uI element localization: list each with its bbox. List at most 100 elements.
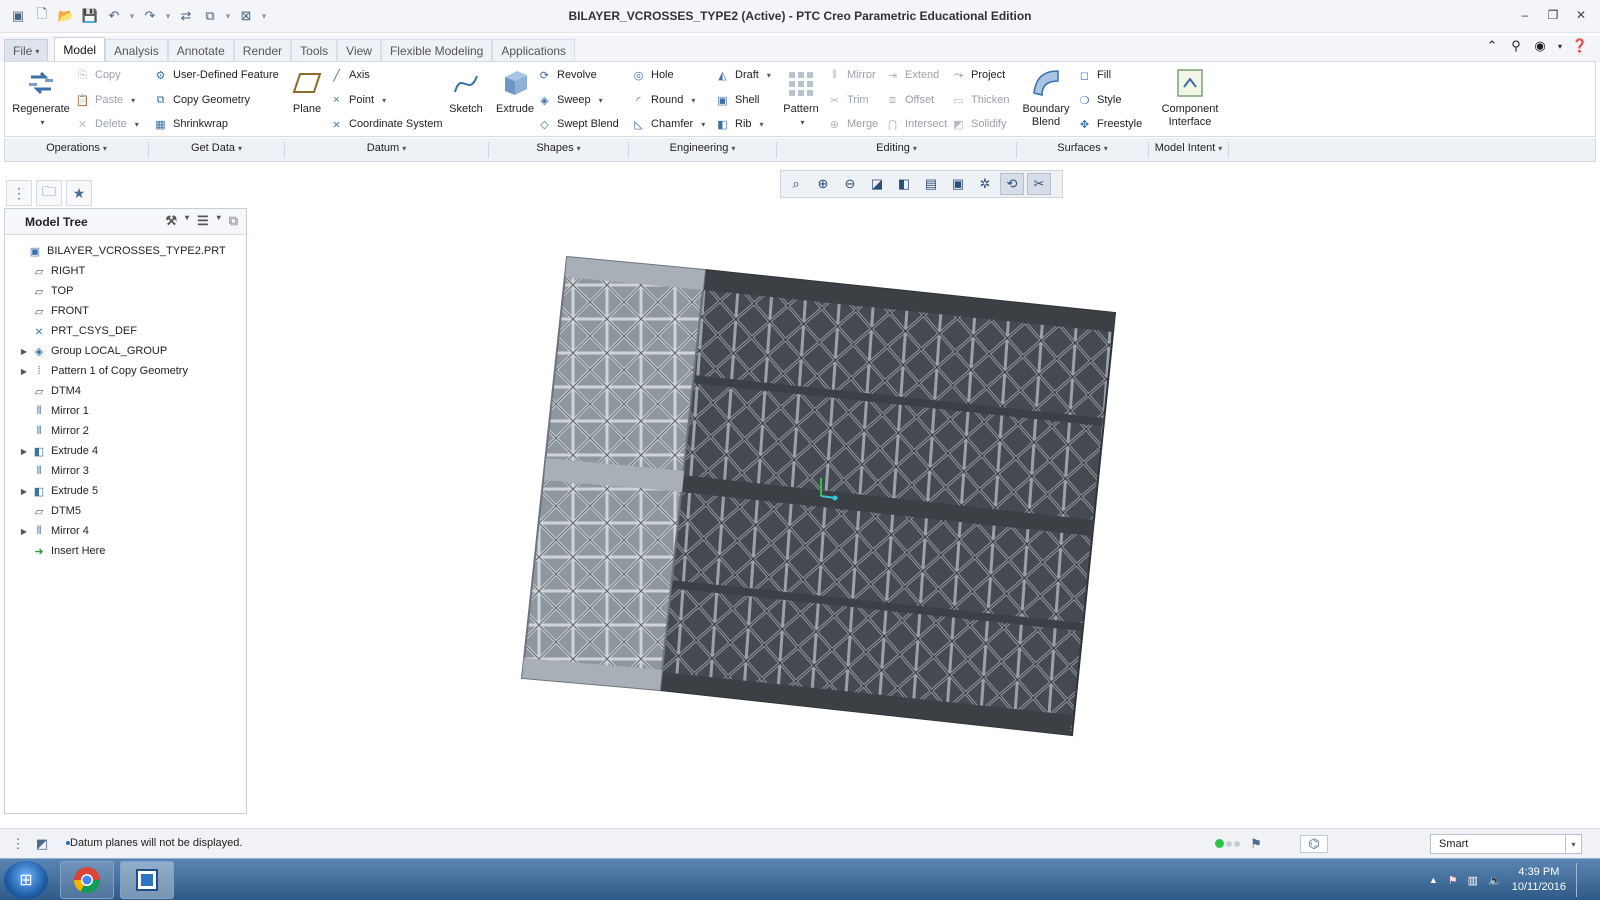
refit-icon[interactable]: ⌕ xyxy=(784,173,808,195)
group-surfaces[interactable]: Surfaces ▾ xyxy=(1017,142,1149,158)
customize-qat-icon[interactable]: ▾ xyxy=(260,11,268,22)
boundary-blend-button[interactable]: Boundary Blend xyxy=(1019,66,1073,129)
volume-icon[interactable]: 🔈 xyxy=(1488,874,1502,887)
rib-button[interactable]: ◧ Rib ▾ xyxy=(715,114,763,134)
copy-geometry-button[interactable]: ⧉ Copy Geometry xyxy=(153,90,250,110)
group-engineering[interactable]: Engineering ▾ xyxy=(629,142,777,158)
show-navigator-icon[interactable]: ⋮ xyxy=(8,835,28,853)
copy-button[interactable]: ⎘ Copy xyxy=(75,65,121,85)
spin-center-icon[interactable]: ⟲ xyxy=(1000,173,1024,195)
mirror-button[interactable]: ⫴ Mirror xyxy=(827,65,876,85)
pattern-button[interactable]: Pattern ▾ xyxy=(781,66,821,129)
search-icon[interactable]: ⚲ xyxy=(1508,38,1524,54)
new-file-icon[interactable]: 🗋 xyxy=(32,6,52,26)
group-datum[interactable]: Datum ▾ xyxy=(285,142,489,158)
tab-applications[interactable]: Applications xyxy=(492,39,576,62)
tree-item[interactable]: ⨯ PRT_CSYS_DEF xyxy=(5,321,246,341)
app-menu-icon[interactable]: ▣ xyxy=(8,6,28,26)
tree-item[interactable]: ▱ DTM5 xyxy=(5,501,246,521)
tree-settings-icon[interactable]: ⚒ xyxy=(165,213,177,229)
round-button[interactable]: ◜ Round ▾ xyxy=(631,90,695,110)
extrude-button[interactable]: Extrude xyxy=(493,66,537,116)
tab-tools[interactable]: Tools xyxy=(291,39,338,62)
expand-arrow-icon[interactable]: ▶ xyxy=(17,347,31,356)
help-icon[interactable]: ❓ xyxy=(1572,38,1588,54)
component-interface-button[interactable]: Component Interface xyxy=(1155,66,1225,129)
tree-item[interactable]: ⫴ Mirror 2 xyxy=(5,421,246,441)
group-editing[interactable]: Editing ▾ xyxy=(777,142,1017,158)
redo-icon[interactable]: ↷ xyxy=(140,6,160,26)
expand-arrow-icon[interactable]: ▶ xyxy=(17,487,31,496)
intersect-button[interactable]: ⋂ Intersect xyxy=(885,114,947,134)
expand-arrow-icon[interactable]: ▶ xyxy=(17,367,31,376)
fill-button[interactable]: ◻ Fill xyxy=(1077,65,1111,85)
swept-blend-button[interactable]: ◇ Swept Blend xyxy=(537,114,619,134)
action-center-icon[interactable]: ⚑ xyxy=(1448,874,1458,887)
sketch-button[interactable]: Sketch xyxy=(445,66,487,116)
offset-button[interactable]: ⧈ Offset xyxy=(885,90,934,110)
regenerate-button[interactable]: Regenerate ▾ xyxy=(11,66,71,129)
chamfer-button[interactable]: ◺ Chamfer ▾ xyxy=(631,114,705,134)
minimize-icon[interactable]: – xyxy=(1516,6,1534,24)
windows-icon[interactable]: ⧉ xyxy=(200,6,220,26)
user-defined-feature-button[interactable]: ⚙ User-Defined Feature xyxy=(153,65,279,85)
open-folder-icon[interactable]: 📂 xyxy=(56,6,76,26)
delete-button[interactable]: ✕ Delete ▾ xyxy=(75,114,139,134)
tree-item[interactable]: ⫴ Mirror 3 xyxy=(5,461,246,481)
network-icon[interactable]: ▥ xyxy=(1468,874,1478,887)
show-icon[interactable]: ☰ xyxy=(197,213,209,229)
show-browser-icon[interactable]: ◩ xyxy=(32,835,52,853)
extend-button[interactable]: ⇥ Extend xyxy=(885,65,939,85)
regenerate-small-icon[interactable]: ⇄ xyxy=(176,6,196,26)
group-shapes[interactable]: Shapes ▾ xyxy=(489,142,629,158)
expand-arrow-icon[interactable]: ▶ xyxy=(17,527,31,536)
annotation-display-icon[interactable]: ✂ xyxy=(1027,173,1051,195)
axis-button[interactable]: ╱ Axis xyxy=(329,65,370,85)
community-icon[interactable]: ◉ xyxy=(1532,38,1548,54)
creo-taskbar-button[interactable] xyxy=(120,861,174,899)
tree-item[interactable]: ▱ DTM4 xyxy=(5,381,246,401)
close-icon[interactable]: ✕ xyxy=(1572,6,1590,24)
windows-dropdown-icon[interactable]: ▾ xyxy=(224,11,232,22)
community-dropdown-icon[interactable]: ▾ xyxy=(1556,38,1564,54)
point-button[interactable]: × Point ▾ xyxy=(329,90,386,110)
freestyle-button[interactable]: ✥ Freestyle xyxy=(1077,114,1142,134)
tree-item[interactable]: ▱ FRONT xyxy=(5,301,246,321)
hole-button[interactable]: ◎ Hole xyxy=(631,65,674,85)
minimize-ribbon-icon[interactable]: ⌃ xyxy=(1484,38,1500,54)
thicken-button[interactable]: ▭ Thicken xyxy=(951,90,1009,110)
tree-item[interactable]: ▶ ⁞ Pattern 1 of Copy Geometry xyxy=(5,361,246,381)
save-icon[interactable]: 💾 xyxy=(80,6,100,26)
redo-dropdown-icon[interactable]: ▾ xyxy=(164,11,172,22)
display-style-icon[interactable]: ◧ xyxy=(892,173,916,195)
coordinate-system-button[interactable]: ⨯ Coordinate System xyxy=(329,114,443,134)
sweep-button[interactable]: ◈ Sweep ▾ xyxy=(537,90,602,110)
repaint-icon[interactable]: ◪ xyxy=(865,173,889,195)
restore-icon[interactable]: ❐ xyxy=(1544,6,1562,24)
regen-status-icon[interactable] xyxy=(1215,839,1240,848)
tree-item[interactable]: ▶ ◧ Extrude 5 xyxy=(5,481,246,501)
clock[interactable]: 4:39 PM 10/11/2016 xyxy=(1512,865,1566,895)
close-window-icon[interactable]: ⊠ xyxy=(236,6,256,26)
zoom-in-icon[interactable]: ⊕ xyxy=(811,173,835,195)
tree-item[interactable]: ▱ RIGHT xyxy=(5,261,246,281)
tab-model[interactable]: Model xyxy=(54,37,106,62)
tree-item[interactable]: ⫴ Mirror 1 xyxy=(5,401,246,421)
tab-file[interactable]: File ▾ xyxy=(4,39,49,62)
selection-filter[interactable]: Smart ▾ xyxy=(1430,834,1582,854)
show-dropdown-icon[interactable]: ▾ xyxy=(217,213,221,229)
project-button[interactable]: ⤳ Project xyxy=(951,65,1005,85)
tab-view[interactable]: View xyxy=(337,39,381,62)
tree-item[interactable]: ▶ ◧ Extrude 4 xyxy=(5,441,246,461)
tab-analysis[interactable]: Analysis xyxy=(105,39,168,62)
tree-item[interactable]: ▶ ◈ Group LOCAL_GROUP xyxy=(5,341,246,361)
shell-button[interactable]: ▣ Shell xyxy=(715,90,759,110)
group-operations[interactable]: Operations ▾ xyxy=(5,142,149,158)
show-hidden-icons-icon[interactable]: ▲ xyxy=(1429,875,1438,885)
model-tree-tab-icon[interactable]: ⋮ xyxy=(6,180,32,206)
shrinkwrap-button[interactable]: ▦ Shrinkwrap xyxy=(153,114,228,134)
tab-render[interactable]: Render xyxy=(233,39,292,62)
revolve-button[interactable]: ⟳ Revolve xyxy=(537,65,597,85)
merge-button[interactable]: ⊕ Merge xyxy=(827,114,878,134)
chrome-taskbar-button[interactable] xyxy=(60,861,114,899)
